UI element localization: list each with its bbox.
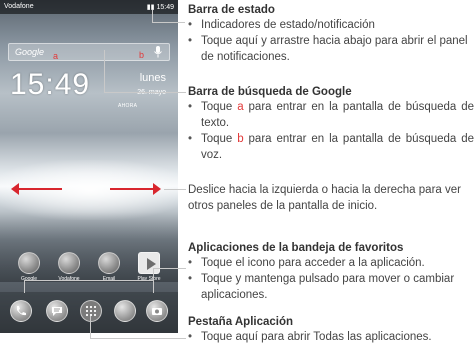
section-title: Pestaña Aplicación (188, 316, 294, 328)
section-title: Barra de búsqueda de Google (188, 86, 352, 98)
section-title: Barra de estado (188, 4, 275, 16)
status-bar-description: Barra de estado Indicadores de estado/no… (188, 3, 474, 65)
camera-icon[interactable] (146, 300, 168, 322)
google-app-icon[interactable] (18, 252, 40, 274)
status-time: 15:49 (156, 4, 174, 11)
microphone-icon[interactable] (153, 46, 163, 58)
app-drawer-icon[interactable] (80, 300, 102, 322)
bullet-item: Toque a para entrar en la pantalla de bú… (188, 99, 474, 131)
favorites-description: Aplicaciones de la bandeja de favoritos … (188, 241, 474, 303)
play-store-icon[interactable] (138, 252, 160, 274)
google-search-bar[interactable]: Google (8, 43, 170, 61)
phone-icon[interactable] (10, 300, 32, 322)
app-label: Google (20, 276, 38, 282)
alarm-label: AHORA (118, 103, 138, 109)
status-indicators: ▮▮ 15:49 (147, 3, 174, 11)
phone-screenshot: Vodafone ▮▮ 15:49 Google a b 15:49 lunes… (0, 0, 178, 333)
email-app-icon[interactable] (98, 252, 120, 274)
callout-apptab-horizontal (90, 338, 186, 339)
app-email[interactable]: Email (96, 252, 122, 282)
signal-icon: ▮▮ (146, 4, 155, 11)
bullet-text: Toque (201, 101, 238, 113)
messages-icon[interactable] (46, 300, 68, 322)
bullet-text: Toque (201, 133, 238, 145)
google-bar-description: Barra de búsqueda de Google Toque a para… (188, 85, 474, 163)
bullet-item: Toque b para entrar en la pantalla de bú… (188, 131, 474, 163)
marker-a: a (53, 51, 59, 61)
callout-google-vertical (104, 50, 105, 92)
browser-icon[interactable] (114, 300, 136, 322)
callout-swipe-horizontal (164, 189, 186, 190)
google-search-placeholder[interactable]: Google (15, 47, 44, 57)
app-google[interactable]: Google (16, 252, 42, 282)
marker-b: b (139, 50, 145, 60)
bullet-item: Toque y mantenga pulsado para mover o ca… (188, 271, 474, 303)
wallpaper-highlight (0, 160, 178, 220)
callout-google-horizontal (104, 92, 186, 93)
app-label: Play Store (137, 276, 161, 282)
favorites-tray (0, 292, 178, 333)
app-play-store[interactable]: Play Store (136, 252, 162, 282)
app-label: Vodafone (58, 276, 80, 282)
swipe-right-arrow-icon (110, 183, 161, 195)
bullet-item: Toque aquí y arrastre hacia abajo para a… (188, 33, 474, 65)
callout-fav-link-vertical (153, 268, 154, 281)
callout-status-vertical (152, 10, 153, 22)
section-title: Aplicaciones de la bandeja de favoritos (188, 242, 404, 254)
callout-status-horizontal (152, 22, 185, 23)
vodafone-app-icon[interactable] (58, 252, 80, 274)
carrier-label: Vodafone (4, 3, 34, 10)
clock-widget[interactable]: 15:49 (10, 68, 90, 102)
swipe-text: Deslice hacia la izquierda o hacia la de… (188, 184, 461, 212)
callout-apptab-vertical (90, 316, 91, 338)
clock-day: lunes (139, 72, 166, 84)
swipe-description: Deslice hacia la izquierda o hacia la de… (188, 182, 474, 214)
bullet-item: Toque el icono para acceder a la aplicac… (188, 255, 474, 271)
callout-fav-left (24, 280, 25, 293)
callout-fav-horizontal (24, 280, 153, 281)
callout-fav-link (153, 268, 186, 269)
callout-fav-right (153, 280, 154, 293)
bullet-item: Indicadores de estado/notificación (188, 17, 474, 33)
app-label: Email (102, 276, 116, 282)
app-vodafone[interactable]: Vodafone (56, 252, 82, 282)
swipe-left-arrow-icon (11, 183, 62, 195)
app-tab-description: Pestaña Aplicación Toque aquí para abrir… (188, 315, 474, 345)
bullet-item: Toque aquí para abrir Todas las aplicaci… (188, 329, 474, 345)
